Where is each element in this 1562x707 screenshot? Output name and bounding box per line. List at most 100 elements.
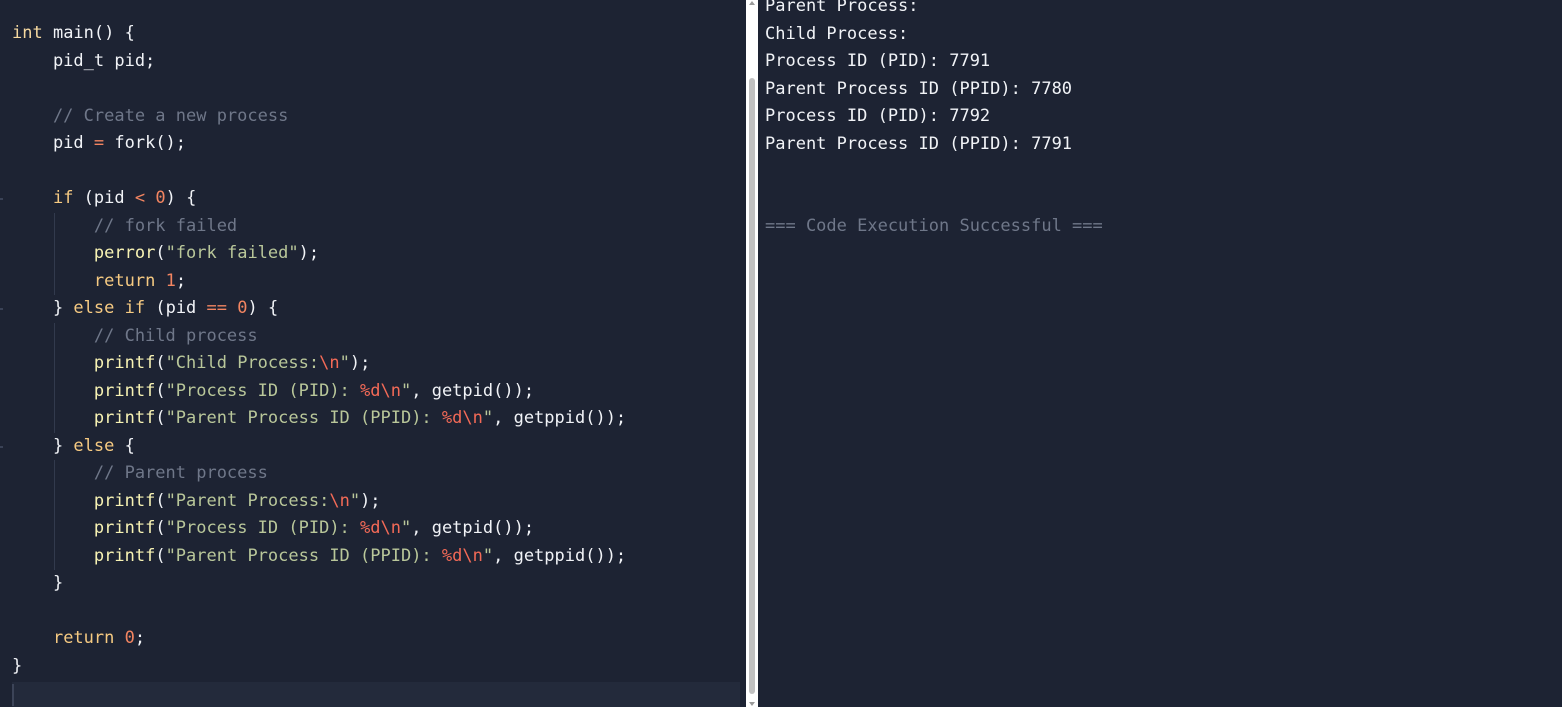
code-token: "Child Process:	[165, 353, 320, 373]
code-editor[interactable]: int main() { pid_t pid; // Create a new …	[0, 0, 745, 707]
code-token: "Process ID (PID):	[165, 380, 361, 401]
code-line: printf("Process ID (PID): %d\n", getpid(…	[12, 515, 534, 543]
code-token: 0	[124, 628, 135, 648]
code-token: else	[73, 435, 115, 456]
code-line: pid = fork();	[12, 130, 186, 158]
code-token: }	[12, 298, 74, 318]
code-token: ) {	[165, 188, 197, 208]
code-line: printf("Parent Process ID (PPID): %d\n",…	[12, 543, 626, 571]
code-token: }	[12, 573, 64, 593]
code-line: } else {	[12, 433, 135, 461]
code-token: ) {	[247, 298, 279, 318]
code-token: perror	[93, 243, 156, 263]
code-token: %d\n	[441, 408, 483, 428]
code-token: "	[339, 353, 350, 373]
code-token: \n	[329, 490, 350, 511]
code-line: return 1;	[12, 268, 186, 296]
code-token: // Parent process	[12, 463, 268, 483]
app-window: int main() { pid_t pid; // Create a new …	[0, 0, 1562, 707]
code-token: %d\n	[441, 545, 483, 566]
code-token: ;	[134, 628, 146, 648]
code-line: }	[12, 653, 22, 681]
code-token: "	[400, 518, 412, 538]
output-line: Parent Process ID (PPID): 7780	[765, 78, 1073, 99]
code-token: "Process ID (PID):	[165, 518, 361, 538]
code-token: 0	[155, 188, 166, 208]
scroll-down-arrow-icon[interactable]	[749, 702, 755, 706]
editor-scrollbar[interactable]	[746, 0, 758, 707]
code-token: "Parent Process ID (PPID):	[165, 545, 442, 566]
code-line: printf("Process ID (PID): %d\n", getpid(…	[12, 378, 534, 406]
code-token: if	[52, 188, 74, 208]
code-token: printf	[93, 353, 156, 373]
fold-marker-icon[interactable]	[0, 198, 3, 200]
output-console: Parent Process: Child Process: Process ID …	[758, 0, 1562, 707]
code-token: , getpid());	[411, 518, 535, 538]
code-line: // Child process	[12, 323, 258, 351]
code-token: , getppid());	[493, 545, 627, 566]
code-token: , getppid());	[493, 408, 627, 428]
fold-marker-icon[interactable]	[0, 308, 3, 310]
code-line: int main() {	[12, 20, 135, 48]
code-token: (	[155, 243, 166, 263]
code-line: pid_t pid;	[12, 48, 155, 76]
code-line: }	[12, 570, 63, 598]
code-token: "Parent Process ID (PPID):	[165, 408, 442, 428]
code-token: if	[124, 298, 146, 318]
code-token: // Child process	[12, 325, 258, 346]
code-token: ;	[175, 270, 187, 291]
code-token: printf	[93, 518, 156, 538]
code-token: else	[73, 298, 115, 318]
code-line: // Parent process	[12, 460, 268, 488]
code-token: (	[155, 545, 166, 566]
code-token: %d\n	[360, 518, 401, 538]
code-token: =	[93, 133, 105, 153]
code-token: %d\n	[360, 380, 401, 401]
code-token: // Create a new process	[12, 105, 289, 126]
code-token: return	[52, 628, 115, 648]
code-line: } else if (pid == 0) {	[12, 295, 278, 323]
code-token: (	[155, 490, 166, 511]
output-line: Child Process:	[765, 23, 909, 44]
code-line: printf("Parent Process:\n");	[12, 488, 381, 516]
code-token: main() {	[42, 23, 135, 43]
code-token: pid	[12, 133, 94, 153]
output-line: Process ID (PID): 7791	[765, 51, 991, 71]
code-token: printf	[93, 380, 156, 401]
code-line: printf("Child Process:\n");	[12, 350, 370, 378]
code-token: "	[400, 380, 412, 401]
code-token: fork();	[104, 133, 187, 153]
code-token: "	[349, 490, 361, 511]
code-token: 1	[165, 270, 176, 291]
code-token: "	[482, 545, 494, 566]
code-token: {	[114, 435, 135, 456]
code-token: (	[155, 518, 166, 538]
text-cursor	[12, 684, 14, 706]
code-line: printf("Parent Process ID (PPID): %d\n",…	[12, 405, 626, 433]
scroll-up-arrow-icon[interactable]	[749, 1, 755, 5]
fold-marker-icon[interactable]	[0, 445, 3, 448]
code-token: "Parent Process:	[165, 490, 330, 511]
code-token: );	[298, 243, 320, 263]
code-token: (	[155, 380, 166, 401]
output-line: Parent Process ID (PPID): 7791	[765, 133, 1073, 154]
code-token: "	[482, 408, 494, 428]
code-line: if (pid < 0) {	[12, 185, 196, 213]
code-token: printf	[93, 545, 156, 566]
code-token: );	[349, 353, 371, 373]
code-token: "fork failed"	[165, 243, 299, 263]
scroll-thumb[interactable]	[749, 78, 755, 694]
code-token: );	[360, 490, 381, 511]
code-token: \n	[319, 353, 340, 373]
